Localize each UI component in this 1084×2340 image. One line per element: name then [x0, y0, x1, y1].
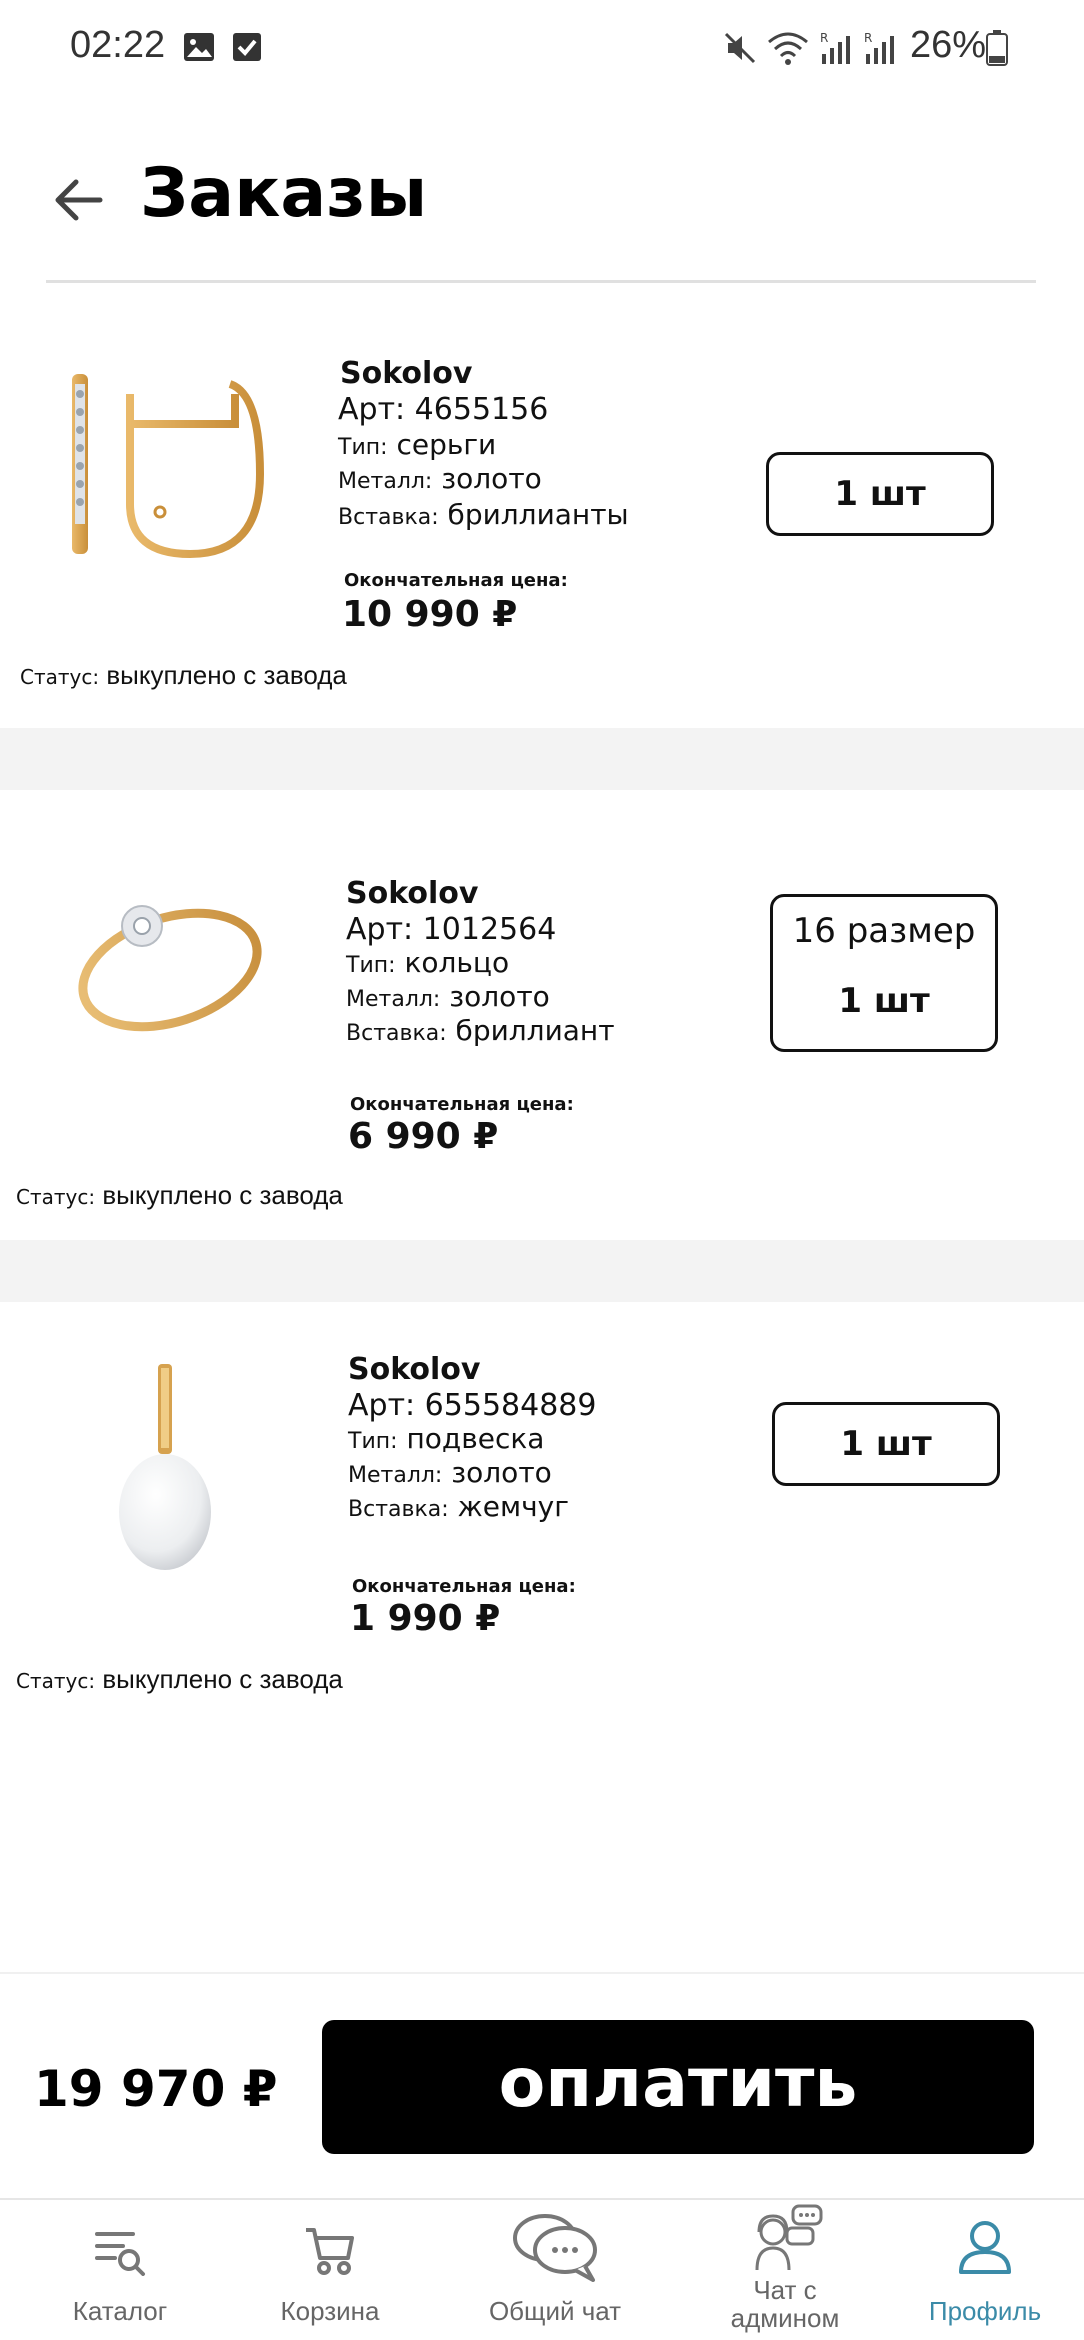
insert-key: Вставка:: [338, 505, 439, 530]
nav-chat-label: Общий чат: [488, 2296, 622, 2326]
support-agent-icon: [755, 2204, 823, 2271]
price-label: Окончательная цена:: [350, 1094, 574, 1115]
nav-profile-label: Профиль: [928, 2296, 1042, 2326]
type-key: Тип:: [346, 953, 396, 978]
header-divider: [46, 280, 1036, 283]
insert-value: жемчуг: [457, 1490, 569, 1523]
signal-icon: R: [820, 31, 850, 64]
product-brand: Sokolov: [348, 1352, 481, 1387]
product-insert: Вставка: бриллиант: [346, 1014, 615, 1047]
ring-image: [78, 905, 262, 1032]
product-metal: Металл: золото: [338, 462, 542, 495]
page-title: Заказы: [140, 154, 428, 233]
product-brand: Sokolov: [340, 356, 473, 391]
battery-icon: [986, 30, 1008, 66]
order-status: Статус: выкуплено с завода: [20, 660, 347, 691]
product-article: Арт: 4655156: [338, 392, 549, 427]
back-arrow-icon[interactable]: [48, 170, 108, 230]
catalog-icon: [95, 2232, 145, 2276]
product-type: Тип: кольцо: [346, 946, 509, 979]
type-key: Тип:: [338, 435, 388, 460]
product-insert: Вставка: бриллианты: [338, 498, 629, 531]
mute-icon: [724, 32, 756, 64]
product-price: 6 990 ₽: [348, 1116, 499, 1157]
pay-button[interactable]: оплатить: [322, 2020, 1034, 2154]
status-value: выкуплено с завода: [106, 660, 347, 690]
order-separator: [0, 1240, 1084, 1302]
nav-catalog-label: Каталог: [72, 2296, 168, 2326]
product-metal: Металл: золото: [346, 980, 550, 1013]
quantity-text: 1 шт: [834, 474, 926, 514]
metal-key: Металл:: [346, 987, 441, 1012]
battery-percent: 26%: [910, 24, 987, 66]
nav-admin-chat-label-2: админом: [730, 2303, 840, 2333]
nav-cart-label: Корзина: [280, 2296, 380, 2326]
type-value: подвеска: [406, 1422, 545, 1455]
status-key: Статус:: [20, 665, 100, 689]
status-value: выкуплено с завода: [102, 1180, 343, 1210]
header: Заказы: [0, 140, 1084, 270]
order-card: Sokolov Арт: 1012564 Тип: кольцо Металл:…: [0, 850, 1084, 1230]
size-text: 16 размер: [792, 911, 976, 951]
metal-key: Металл:: [348, 1463, 443, 1488]
order-total: 19 970 ₽: [34, 2060, 278, 2118]
metal-key: Металл:: [338, 469, 433, 494]
insert-value: бриллиант: [455, 1014, 615, 1047]
type-value: серьги: [396, 428, 497, 461]
product-article: Арт: 1012564: [346, 912, 557, 947]
quantity-box[interactable]: 1 шт: [766, 452, 994, 536]
type-value: кольцо: [404, 946, 510, 979]
chat-bubbles-icon: [513, 2214, 597, 2282]
order-status: Статус: выкуплено с завода: [16, 1664, 343, 1695]
wifi-icon: [768, 32, 808, 65]
status-bar: 02:22 R R 26%: [0, 0, 1084, 96]
insert-key: Вставка:: [346, 1021, 447, 1046]
nav-general-chat[interactable]: Общий чат: [470, 2200, 640, 2340]
gallery-icon: [184, 33, 214, 61]
checkbox-notification-icon: [233, 33, 261, 61]
signal-icon-2: R: [864, 31, 894, 64]
nav-profile[interactable]: Профиль: [900, 2200, 1070, 2340]
earrings-image: [72, 374, 265, 559]
svg-text:R: R: [820, 31, 828, 45]
status-time: 02:22: [70, 24, 166, 66]
product-article: Арт: 655584889: [348, 1388, 597, 1423]
profile-icon: [959, 2221, 1011, 2274]
nav-admin-chat-label-1: Чат с: [753, 2275, 817, 2305]
metal-value: золото: [449, 980, 550, 1013]
type-key: Тип:: [348, 1429, 398, 1454]
payment-bar: 19 970 ₽ оплатить: [0, 1972, 1084, 2198]
metal-value: золото: [451, 1456, 552, 1489]
price-label: Окончательная цена:: [344, 570, 568, 591]
nav-cart[interactable]: Корзина: [250, 2200, 410, 2340]
quantity-text: 1 шт: [840, 1424, 932, 1464]
size-quantity-box[interactable]: 16 размер 1 шт: [770, 894, 998, 1052]
product-type: Тип: подвеска: [348, 1422, 544, 1455]
svg-text:R: R: [864, 31, 872, 45]
product-brand: Sokolov: [346, 876, 479, 911]
bottom-navigation: Каталог Корзина Общий чат Чат с админом …: [0, 2198, 1084, 2340]
status-value: выкуплено с завода: [102, 1664, 343, 1694]
quantity-box[interactable]: 1 шт: [772, 1402, 1000, 1486]
product-price: 1 990 ₽: [350, 1598, 501, 1639]
status-key: Статус:: [16, 1669, 96, 1693]
nav-admin-chat[interactable]: Чат с админом: [700, 2200, 870, 2340]
quantity-text: 1 шт: [838, 981, 930, 1021]
product-type: Тип: серьги: [338, 428, 496, 461]
insert-key: Вставка:: [348, 1497, 449, 1522]
cart-icon: [306, 2228, 354, 2275]
order-card: Sokolov Арт: 4655156 Тип: серьги Металл:…: [0, 330, 1084, 720]
product-insert: Вставка: жемчуг: [348, 1490, 569, 1523]
product-metal: Металл: золото: [348, 1456, 552, 1489]
metal-value: золото: [441, 462, 542, 495]
status-key: Статус:: [16, 1185, 96, 1209]
nav-catalog[interactable]: Каталог: [40, 2200, 200, 2340]
order-status: Статус: выкуплено с завода: [16, 1180, 343, 1211]
pendant-image: [119, 1364, 211, 1570]
insert-value: бриллианты: [447, 498, 629, 531]
price-label: Окончательная цена:: [352, 1576, 576, 1597]
order-separator: [0, 728, 1084, 790]
order-card: Sokolov Арт: 655584889 Тип: подвеска Мет…: [0, 1350, 1084, 1730]
product-price: 10 990 ₽: [342, 594, 518, 635]
